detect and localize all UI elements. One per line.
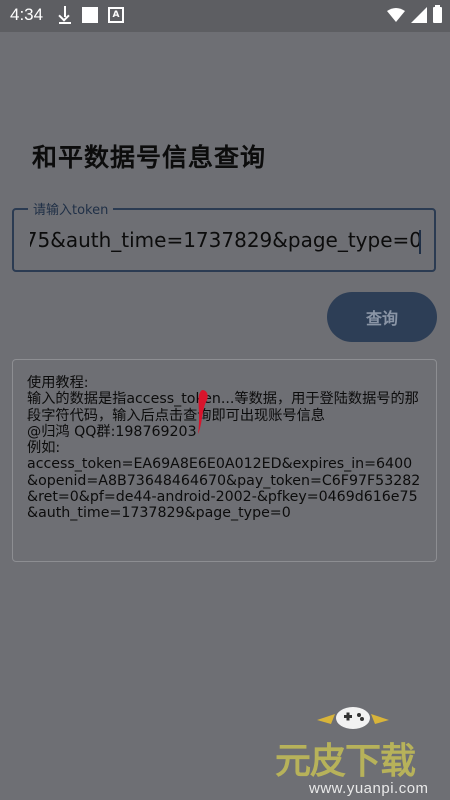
page-title: 和平数据号信息查询 — [32, 143, 267, 172]
status-time: 4:34 — [10, 5, 44, 24]
token-input[interactable]: l6e75&auth_time=1737829&page_type=0 — [30, 228, 422, 254]
tutorial-description: 输入的数据是指access_token...等数据，用于登陆数据号的那段字符代码… — [27, 391, 419, 424]
status-bar: 4:34 A — [0, 0, 450, 32]
watermark-logo: 元皮下载 www.yuanpi.com — [265, 702, 450, 800]
tutorial-heading: 使用教程: — [27, 375, 89, 391]
a-letter-icon: A — [108, 7, 124, 23]
gamepad-mascot-icon — [317, 707, 389, 729]
notification-icons: A — [58, 6, 124, 24]
download-icon — [58, 6, 72, 24]
query-button[interactable]: 查询 — [327, 292, 437, 342]
tutorial-contact: @归鸿 QQ群:198769203 — [27, 423, 197, 440]
token-input-value: l6e75&auth_time=1737829&page_type=0 — [30, 228, 422, 252]
signal-icon — [411, 7, 427, 23]
tutorial-example-token: access_token=EA69A8E6E0A012ED&expires_in… — [27, 456, 421, 522]
tutorial-example-label: 例如: — [27, 440, 61, 457]
touch-cursor-icon — [198, 390, 208, 434]
battery-icon — [433, 5, 442, 23]
wifi-icon — [387, 8, 405, 22]
text-caret — [419, 230, 421, 254]
watermark-brand: 元皮下载 — [275, 740, 416, 781]
system-icons — [387, 5, 442, 23]
token-field-label: 请输入token — [28, 199, 114, 218]
tutorial-box: 使用教程: 输入的数据是指access_token...等数据，用于登陆数据号的… — [12, 359, 437, 562]
watermark-url: www.yuanpi.com — [309, 780, 429, 797]
notification-square-icon — [82, 7, 98, 23]
token-field[interactable]: 请输入token l6e75&auth_time=1737829&page_ty… — [12, 199, 436, 272]
